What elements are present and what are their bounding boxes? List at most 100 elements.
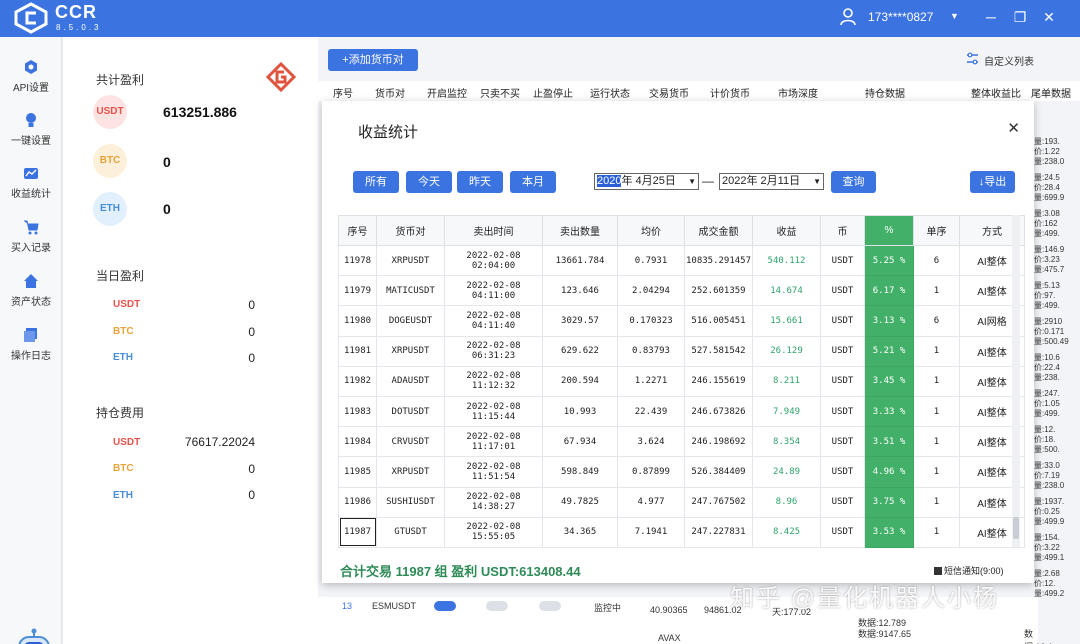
- close-icon[interactable]: ✕: [1040, 8, 1058, 26]
- maximize-icon[interactable]: ❐: [1011, 8, 1029, 26]
- scroll-thumb[interactable]: [1013, 517, 1019, 539]
- table-row[interactable]: 11979 MATICUSDT 2022-02-08 04:11:00 123.646…: [338, 275, 1025, 307]
- nav-buy-records[interactable]: 买入记录: [0, 219, 62, 269]
- col-header[interactable]: 币: [820, 215, 865, 246]
- table-scrollbar[interactable]: [1012, 215, 1020, 547]
- col-header: 止盈停止: [533, 89, 573, 100]
- export-button[interactable]: ↓导出: [970, 171, 1015, 193]
- nav-operation-log[interactable]: 操作日志: [0, 327, 62, 377]
- tail-data-text: 量:475.7: [1034, 265, 1065, 274]
- col-header[interactable]: 成交金额: [684, 215, 753, 246]
- nav-profit-stats[interactable]: 收益统计: [0, 165, 62, 215]
- col-header[interactable]: 均价: [617, 215, 685, 246]
- chevron-down-icon[interactable]: ▼: [950, 11, 959, 21]
- col-header[interactable]: 卖出时间: [444, 215, 543, 246]
- tail-data-text: 量:1937.: [1034, 497, 1065, 506]
- cell-coin: USDT: [820, 395, 865, 428]
- log-icon: [24, 328, 37, 342]
- col-header[interactable]: 收益: [752, 215, 821, 246]
- daily-usdt-value: 0: [248, 298, 255, 312]
- cell-profit: 14.674: [752, 275, 821, 307]
- monitor-toggle[interactable]: [434, 601, 456, 611]
- col-header[interactable]: 单序: [913, 215, 960, 246]
- cell-coin: USDT: [820, 275, 865, 307]
- sms-notify-checkbox[interactable]: 短信通知(9:00): [934, 564, 1004, 577]
- chevron-down-icon[interactable]: ▼: [813, 174, 821, 189]
- checkbox-icon[interactable]: [934, 567, 942, 575]
- cell-order: 6: [913, 305, 960, 337]
- tail-data-text: 量:3.08: [1034, 209, 1060, 218]
- filter-all-button[interactable]: 所有: [353, 171, 399, 193]
- cell-avg-price: 0.83793: [617, 335, 685, 367]
- cell-sell-qty: 629.622: [542, 335, 618, 367]
- cell-sell-qty: 123.646: [542, 275, 618, 307]
- nav-one-click-settings[interactable]: 一键设置: [0, 112, 62, 162]
- user-icon[interactable]: [840, 8, 856, 26]
- table-row[interactable]: 11987 GTUSDT 2022-02-08 15:55:05 34.365 7.19…: [338, 516, 1025, 548]
- tail-data-text: 量:499.9: [1034, 517, 1065, 526]
- cell-sell-qty: 49.7825: [542, 486, 618, 518]
- minimize-icon[interactable]: ─: [982, 8, 1000, 26]
- tail-data-text: 量:24.5: [1034, 173, 1060, 182]
- daily-usdt-label: USDT: [113, 299, 141, 310]
- date-from-picker[interactable]: 2020年 4月25日 ▼: [594, 173, 699, 190]
- chevron-down-icon[interactable]: ▼: [688, 174, 696, 189]
- add-pair-button[interactable]: +添加货币对: [328, 49, 418, 71]
- stop-profit-toggle[interactable]: [539, 601, 561, 611]
- bg-row2-trade: AVAX: [658, 633, 681, 643]
- cell-amount: 247.227831: [684, 516, 753, 548]
- cell-amount: 246.673826: [684, 395, 753, 428]
- pairs-table-header: 序号 货币对 开启监控 只卖不买 止盈停止 运行状态 交易货币 计价货币 市场深…: [318, 81, 1080, 101]
- table-row[interactable]: 11980 DOGEUSDT 2022-02-08 04:11:40 3029.57 0…: [338, 305, 1025, 337]
- filter-month-button[interactable]: 本月: [510, 171, 556, 193]
- usdt-coin-badge: USDT: [93, 95, 127, 129]
- tail-data-text: 量:699.9: [1034, 193, 1065, 202]
- table-row[interactable]: 11984 CRVUSDT 2022-02-08 11:17:01 67.934 3.6…: [338, 426, 1025, 458]
- date-to-picker[interactable]: 2022年 2月11日 ▼: [719, 173, 824, 190]
- nav-api-settings[interactable]: API设置: [0, 59, 62, 109]
- daily-eth-value: 0: [248, 351, 255, 365]
- tail-data-text: 价:12.: [1034, 579, 1056, 588]
- col-header: 市场深度: [778, 89, 818, 100]
- cell-sell-qty: 200.594: [542, 365, 618, 397]
- col-header[interactable]: %: [864, 215, 914, 246]
- fee-usdt-label: USDT: [113, 437, 141, 448]
- table-row[interactable]: 11982 ADAUSDT 2022-02-08 11:12:32 200.594 1.…: [338, 365, 1025, 397]
- table-row[interactable]: 11983 DOTUSDT 2022-02-08 11:15:44 10.993 22.…: [338, 395, 1025, 428]
- tail-data-text: 量:2910: [1034, 317, 1063, 326]
- sliders-icon[interactable]: [966, 52, 979, 65]
- eth-coin-badge: ETH: [93, 192, 127, 226]
- cell-sell-time: 2022-02-08 06:31:23: [444, 335, 543, 367]
- cell-amount: 527.581542: [684, 335, 753, 367]
- sell-only-toggle[interactable]: [486, 601, 508, 611]
- user-account[interactable]: 173****0827: [868, 10, 933, 24]
- filter-today-button[interactable]: 今天: [406, 171, 452, 193]
- table-row[interactable]: 11985 XRPUSDT 2022-02-08 11:51:54 598.849 0.…: [338, 456, 1025, 488]
- cell-pair: MATICUSDT: [376, 275, 445, 307]
- col-header[interactable]: 序号: [338, 215, 377, 246]
- table-row[interactable]: 11986 SUSHIUSDT 2022-02-08 14:38:27 49.7825…: [338, 486, 1025, 518]
- tail-data-text: 价:0.25: [1034, 507, 1060, 516]
- robot-assistant-icon[interactable]: [14, 627, 54, 644]
- filter-yesterday-button[interactable]: 昨天: [457, 171, 503, 193]
- cell-pair: SUSHIUSDT: [376, 486, 445, 518]
- close-icon[interactable]: ✕: [1007, 119, 1020, 137]
- table-row[interactable]: 11981 XRPUSDT 2022-02-08 06:31:23 629.622 0.…: [338, 335, 1025, 367]
- col-header[interactable]: 卖出数量: [542, 215, 618, 246]
- cell-index: 11987: [338, 516, 377, 548]
- totals-summary: 合计交易 11987 组 盈利 USDT:613408.44: [340, 564, 581, 579]
- col-header[interactable]: 货币对: [376, 215, 445, 246]
- query-button[interactable]: 查询: [831, 171, 876, 193]
- sms-label: 短信通知(9:00): [944, 566, 1004, 576]
- nav-asset-status[interactable]: 资产状态: [0, 273, 62, 323]
- cell-percent: 3.45 %: [864, 365, 914, 397]
- col-header: 只卖不买: [480, 89, 520, 100]
- table-row[interactable]: 11978 XRPUSDT 2022-02-08 02:04:00 13661.784…: [338, 244, 1025, 277]
- cell-pair: ADAUSDT: [376, 365, 445, 397]
- cell-sell-qty: 10.993: [542, 395, 618, 428]
- cell-coin: USDT: [820, 456, 865, 488]
- cell-coin: USDT: [820, 365, 865, 397]
- tail-data-text: 量:238.0: [1034, 481, 1065, 490]
- holding-fee-title: 持仓费用: [96, 406, 145, 420]
- custom-columns-button[interactable]: 自定义列表: [984, 53, 1034, 68]
